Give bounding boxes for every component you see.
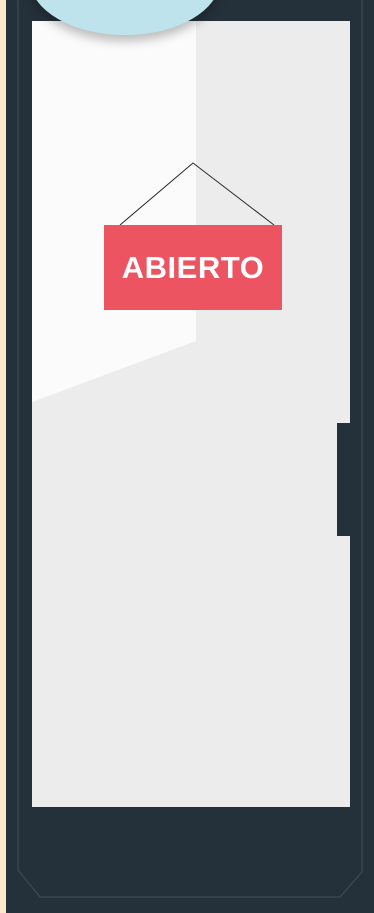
door-frame: ABIERTO <box>6 0 374 913</box>
light-reflection <box>32 21 196 402</box>
door-panel <box>32 21 350 807</box>
open-sign-label: ABIERTO <box>121 249 265 285</box>
door-handle[interactable] <box>337 423 350 536</box>
open-sign: ABIERTO <box>104 225 282 310</box>
